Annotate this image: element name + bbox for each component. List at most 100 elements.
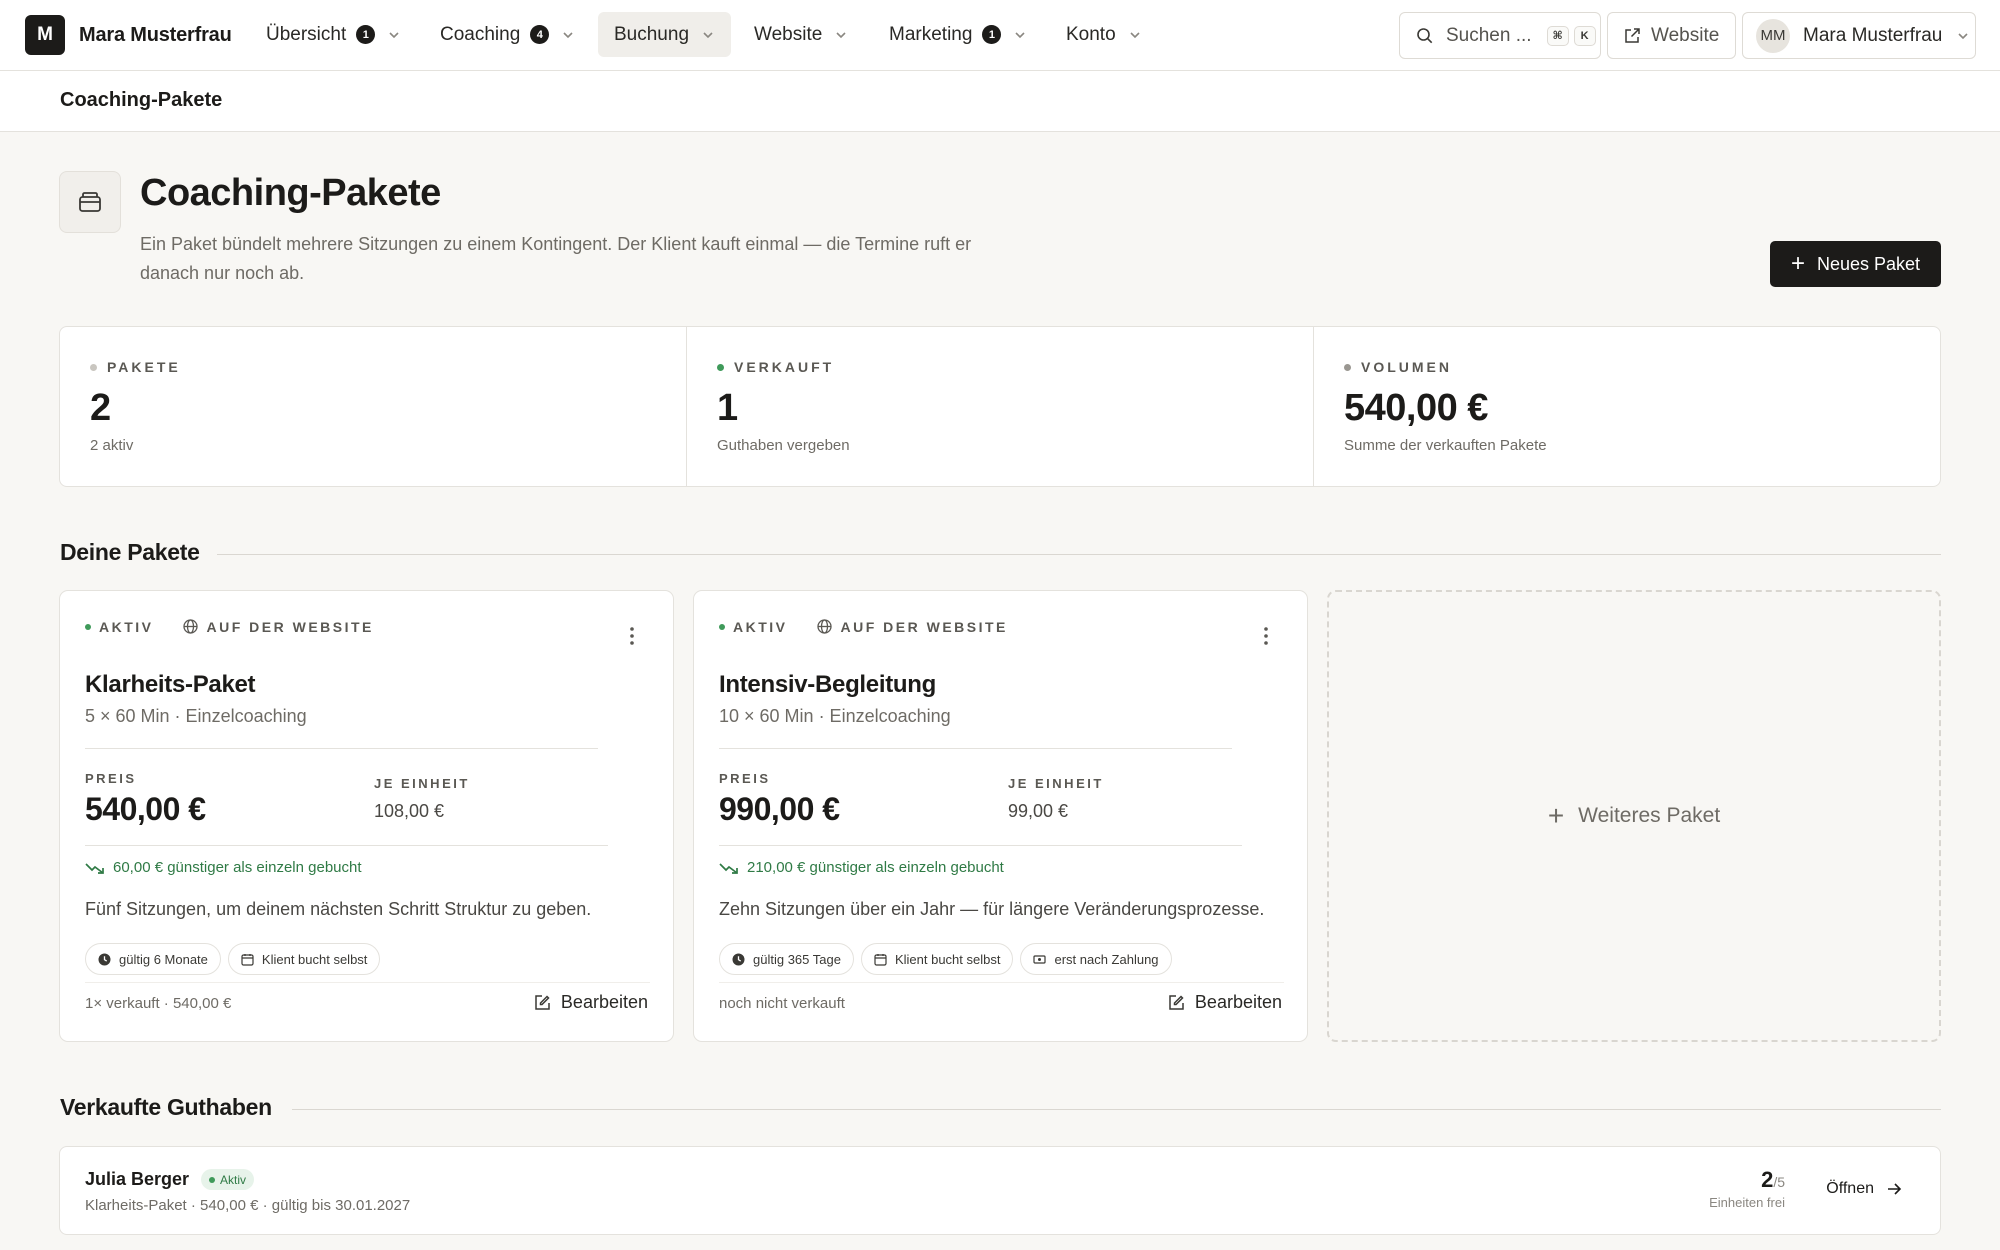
divider xyxy=(719,982,1284,983)
package-subtitle: 10 × 60 Min · Einzelcoaching xyxy=(719,706,951,726)
nav-item-coaching[interactable]: Coaching 4 xyxy=(424,12,591,57)
stat-verkauft: VERKAUFT 1 Guthaben vergeben xyxy=(687,327,1314,486)
arrow-right-icon xyxy=(1874,1181,1902,1197)
package-title: Intensiv-Begleitung xyxy=(719,671,936,698)
search-button[interactable]: Suchen ... ⌘ K xyxy=(1399,12,1601,59)
package-subtitle: 5 × 60 Min · Einzelcoaching xyxy=(85,706,307,726)
stat-label: VOLUMEN xyxy=(1361,359,1452,375)
user-menu[interactable]: MM Mara Musterfrau xyxy=(1742,12,1976,59)
chevron-down-icon xyxy=(387,28,401,42)
section-title-packages: Deine Pakete xyxy=(60,539,200,565)
package-status: AKTIV xyxy=(733,618,788,635)
globe-icon xyxy=(182,618,199,635)
calendar-icon xyxy=(874,953,895,966)
top-navigation: M Mara Musterfrau Übersicht 1 Coaching 4… xyxy=(0,0,2000,71)
booking-chip: Klient bucht selbst xyxy=(860,943,1014,975)
nav-item-konto[interactable]: Konto xyxy=(1050,12,1158,57)
price-label: PREIS xyxy=(719,771,771,786)
website-button-label: Website xyxy=(1651,24,1720,46)
sales-summary: noch nicht verkauft xyxy=(719,995,845,1012)
status-badge: Aktiv xyxy=(201,1169,255,1190)
divider xyxy=(85,845,608,846)
chip-label: gültig 365 Tage xyxy=(753,951,841,967)
status-dot xyxy=(90,363,97,371)
divider xyxy=(719,748,1232,749)
edit-icon xyxy=(1167,994,1195,1012)
edit-button[interactable]: Bearbeiten xyxy=(533,992,648,1013)
saving-text: 210,00 € günstiger als einzeln gebucht xyxy=(747,859,1004,876)
trend-down-icon xyxy=(719,861,747,875)
website-button[interactable]: Website xyxy=(1607,12,1736,59)
shortcut-key: K xyxy=(1573,25,1596,46)
nav-item-label: Coaching xyxy=(440,23,521,45)
package-description: Fünf Sitzungen, um deinem nächsten Schri… xyxy=(85,899,592,919)
avatar: MM xyxy=(1756,18,1790,53)
new-package-button[interactable]: + Neues Paket xyxy=(1770,241,1941,287)
validity-chip: gültig 6 Monate xyxy=(85,943,221,975)
chip-label: Klient bucht selbst xyxy=(894,951,1001,967)
chevron-down-icon xyxy=(1013,28,1027,42)
package-chips: gültig 6 Monate Klient bucht selbst xyxy=(85,943,387,975)
validity-chip: gültig 365 Tage xyxy=(719,943,854,975)
saving-note: 60,00 € günstiger als einzeln gebucht xyxy=(85,859,362,876)
plus-icon: + xyxy=(1790,250,1805,277)
saving-text: 60,00 € günstiger als einzeln gebucht xyxy=(113,859,362,876)
search-icon xyxy=(1416,27,1434,45)
stat-label: PAKETE xyxy=(107,359,181,375)
payment-chip: erst nach Zahlung xyxy=(1020,943,1172,975)
nav-item-website[interactable]: Website xyxy=(738,12,864,57)
package-chips: gültig 365 Tage Klient bucht selbst erst… xyxy=(719,943,1179,975)
package-card[interactable]: AKTIV AUF DER WEBSITE Klarheits-Paket 5 … xyxy=(59,590,674,1042)
clock-icon xyxy=(732,953,753,966)
new-package-label: Neues Paket xyxy=(1816,253,1921,274)
open-button[interactable]: Öffnen xyxy=(1826,1180,1902,1198)
units-remaining: 2/5 Einheiten frei xyxy=(1709,1167,1785,1210)
stat-subtext: Guthaben vergeben xyxy=(717,437,850,454)
nav-item-uebersicht[interactable]: Übersicht 1 xyxy=(250,12,417,57)
payment-icon xyxy=(1033,953,1054,966)
edit-label: Bearbeiten xyxy=(560,992,648,1012)
stat-label: VERKAUFT xyxy=(734,359,835,375)
plus-icon: + xyxy=(1547,800,1565,831)
nav-badge: 4 xyxy=(530,25,550,44)
divider xyxy=(292,1109,1941,1110)
chip-label: Klient bucht selbst xyxy=(261,951,368,967)
client-name: Julia Berger xyxy=(85,1169,190,1189)
edit-icon xyxy=(533,994,561,1012)
more-options-icon[interactable] xyxy=(1263,625,1269,647)
package-card[interactable]: AKTIV AUF DER WEBSITE Intensiv-Begleitun… xyxy=(693,590,1308,1042)
nav-item-label: Marketing xyxy=(889,23,973,45)
edit-button[interactable]: Bearbeiten xyxy=(1167,992,1282,1013)
nav-item-marketing[interactable]: Marketing 1 xyxy=(873,12,1043,57)
brand-name: Mara Musterfrau xyxy=(79,23,232,46)
add-package-label: Weiteres Paket xyxy=(1578,804,1721,827)
price-label: PREIS xyxy=(85,771,137,786)
divider xyxy=(217,554,1941,555)
brand[interactable]: M Mara Musterfrau xyxy=(25,15,232,55)
page-description: Ein Paket bündelt mehrere Sitzungen zu e… xyxy=(140,234,972,283)
saving-note: 210,00 € günstiger als einzeln gebucht xyxy=(719,859,1004,876)
chip-label: erst nach Zahlung xyxy=(1054,951,1159,967)
user-name: Mara Musterfrau xyxy=(1803,24,1943,46)
credit-row[interactable]: Julia Berger Aktiv Klarheits-Paket · 540… xyxy=(59,1146,1941,1235)
stat-subtext: 2 aktiv xyxy=(90,437,134,454)
status-dot xyxy=(209,1176,216,1183)
sales-summary: 1× verkauft · 540,00 € xyxy=(85,995,232,1012)
stat-subtext: Summe der verkauften Pakete xyxy=(1344,437,1547,454)
package-icon xyxy=(59,171,121,233)
nav-item-buchung[interactable]: Buchung xyxy=(598,12,731,57)
clock-icon xyxy=(98,953,119,966)
brand-logo: M xyxy=(25,15,65,55)
shortcut-key: ⌘ xyxy=(1546,25,1569,46)
edit-label: Bearbeiten xyxy=(1194,992,1282,1012)
package-price: 540,00 € xyxy=(85,791,206,827)
page-title: Coaching-Pakete xyxy=(140,172,441,214)
chevron-down-icon xyxy=(1128,28,1142,42)
chevron-down-icon xyxy=(834,28,848,42)
nav-badge: 1 xyxy=(356,25,376,44)
trend-down-icon xyxy=(85,861,113,875)
calendar-icon xyxy=(241,953,262,966)
package-visibility: AUF DER WEBSITE xyxy=(206,618,374,635)
add-package-card[interactable]: + Weiteres Paket xyxy=(1327,590,1941,1042)
more-options-icon[interactable] xyxy=(629,625,635,647)
